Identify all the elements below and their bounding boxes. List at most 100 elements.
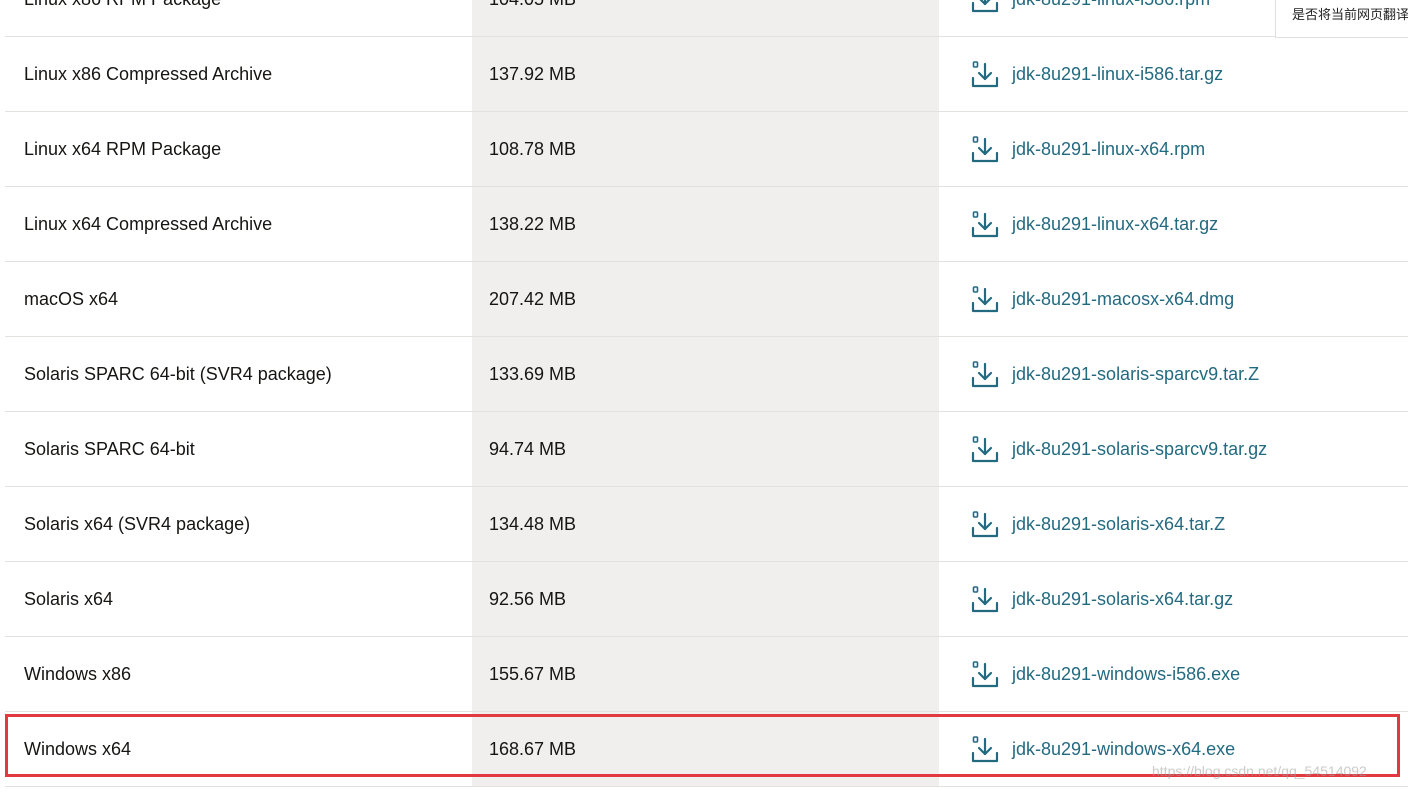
download-cell: jdk-8u291-linux-i586.tar.gz — [939, 37, 1408, 111]
product-cell: Linux x86 Compressed Archive — [5, 37, 472, 111]
download-filename: jdk-8u291-linux-x64.rpm — [1012, 138, 1206, 159]
size-cell: 138.22 MB — [472, 187, 939, 261]
product-cell: Solaris SPARC 64-bit — [5, 412, 472, 486]
table-row: Windows x86 155.67 MB jdk-8u291-windows-i5… — [5, 637, 1408, 712]
size-cell: 104.05 MB — [472, 0, 939, 36]
download-icon — [970, 284, 1000, 314]
table-row: Solaris x64 92.56 MB jdk-8u291-solaris-x64… — [5, 562, 1408, 637]
product-name: Linux x64 Compressed Archive — [24, 213, 273, 234]
download-cell: jdk-8u291-linux-x64.rpm — [939, 112, 1408, 186]
download-icon — [970, 734, 1000, 764]
download-filename: jdk-8u291-solaris-x64.tar.gz — [1012, 588, 1234, 609]
table-row: Linux x64 RPM Package 108.78 MB jdk-8u291-… — [5, 112, 1408, 187]
download-table: Linux x86 RPM Package 104.05 MB jdk-8u291-… — [5, 0, 1408, 787]
translate-popup[interactable]: 是否将当前网页翻译 — [1275, 0, 1408, 38]
download-cell: jdk-8u291-linux-x64.tar.gz — [939, 187, 1408, 261]
size-cell: 133.69 MB — [472, 337, 939, 411]
file-size: 104.05 MB — [489, 0, 576, 10]
file-size: 155.67 MB — [489, 663, 577, 684]
download-filename: jdk-8u291-solaris-sparcv9.tar.gz — [1012, 438, 1268, 459]
download-filename: jdk-8u291-linux-i586.rpm — [1012, 0, 1210, 10]
download-link[interactable]: jdk-8u291-macosx-x64.dmg — [970, 284, 1234, 314]
download-cell: jdk-8u291-windows-i586.exe — [939, 637, 1408, 711]
file-size: 137.92 MB — [489, 63, 577, 84]
product-cell: Linux x64 Compressed Archive — [5, 187, 472, 261]
download-filename: jdk-8u291-windows-x64.exe — [1012, 738, 1236, 759]
table-row: Solaris SPARC 64-bit (SVR4 package) 133.6… — [5, 337, 1408, 412]
size-cell: 92.56 MB — [472, 562, 939, 636]
download-link[interactable]: jdk-8u291-solaris-sparcv9.tar.Z — [970, 359, 1259, 389]
file-size: 108.78 MB — [489, 138, 577, 159]
table-row: Solaris x64 (SVR4 package) 134.48 MB jdk-8… — [5, 487, 1408, 562]
file-size: 168.67 MB — [489, 738, 577, 759]
product-cell: Solaris SPARC 64-bit (SVR4 package) — [5, 337, 472, 411]
table-row: Linux x86 RPM Package 104.05 MB jdk-8u291-… — [5, 0, 1408, 37]
download-link[interactable]: jdk-8u291-linux-x64.tar.gz — [970, 209, 1218, 239]
watermark: https://blog.csdn.net/qq_54514092 — [1152, 763, 1367, 779]
product-name: Linux x64 RPM Package — [24, 138, 222, 159]
product-name: Solaris SPARC 64-bit (SVR4 package) — [24, 363, 332, 384]
download-icon — [970, 134, 1000, 164]
size-cell: 155.67 MB — [472, 637, 939, 711]
table-row: macOS x64 207.42 MB jdk-8u291-macosx-x64.d… — [5, 262, 1408, 337]
download-icon — [970, 59, 1000, 89]
product-cell: Windows x86 — [5, 637, 472, 711]
download-cell: jdk-8u291-macosx-x64.dmg — [939, 262, 1408, 336]
download-filename: jdk-8u291-solaris-sparcv9.tar.Z — [1012, 363, 1260, 384]
file-size: 133.69 MB — [489, 363, 577, 384]
product-cell: Solaris x64 (SVR4 package) — [5, 487, 472, 561]
product-name: Linux x86 Compressed Archive — [24, 63, 273, 84]
download-filename: jdk-8u291-macosx-x64.dmg — [1012, 288, 1235, 309]
product-name: Linux x86 RPM Package — [24, 0, 221, 10]
download-link[interactable]: jdk-8u291-linux-i586.rpm — [970, 0, 1210, 14]
download-link[interactable]: jdk-8u291-solaris-sparcv9.tar.gz — [970, 434, 1267, 464]
product-name: Windows x64 — [24, 738, 132, 759]
size-cell: 108.78 MB — [472, 112, 939, 186]
file-size: 207.42 MB — [489, 288, 577, 309]
download-icon — [970, 584, 1000, 614]
product-name: Solaris x64 (SVR4 package) — [24, 513, 251, 534]
download-icon — [970, 509, 1000, 539]
download-icon — [970, 0, 1000, 14]
download-filename: jdk-8u291-linux-i586.tar.gz — [1012, 63, 1224, 84]
file-size: 94.74 MB — [489, 438, 567, 459]
file-size: 138.22 MB — [489, 213, 577, 234]
product-cell: Linux x86 RPM Package — [5, 0, 472, 36]
download-link[interactable]: jdk-8u291-windows-x64.exe — [970, 734, 1235, 764]
download-cell: jdk-8u291-solaris-x64.tar.gz — [939, 562, 1408, 636]
download-icon — [970, 659, 1000, 689]
product-name: Solaris x64 — [24, 588, 114, 609]
download-cell: jdk-8u291-solaris-sparcv9.tar.gz — [939, 412, 1408, 486]
file-size: 134.48 MB — [489, 513, 577, 534]
product-cell: macOS x64 — [5, 262, 472, 336]
table-row: Linux x64 Compressed Archive 138.22 MB jdk… — [5, 187, 1408, 262]
download-filename: jdk-8u291-linux-x64.tar.gz — [1012, 213, 1219, 234]
product-cell: Windows x64 — [5, 712, 472, 786]
table-row: Solaris SPARC 64-bit 94.74 MB jdk-8u291-so… — [5, 412, 1408, 487]
download-icon — [970, 359, 1000, 389]
file-size: 92.56 MB — [489, 588, 567, 609]
product-cell: Solaris x64 — [5, 562, 472, 636]
product-name: Solaris SPARC 64-bit — [24, 438, 195, 459]
size-cell: 207.42 MB — [472, 262, 939, 336]
download-cell: jdk-8u291-solaris-x64.tar.Z — [939, 487, 1408, 561]
download-cell: jdk-8u291-solaris-sparcv9.tar.Z — [939, 337, 1408, 411]
size-cell: 134.48 MB — [472, 487, 939, 561]
size-cell: 137.92 MB — [472, 37, 939, 111]
download-page: Linux x86 RPM Package 104.05 MB jdk-8u291-… — [0, 0, 1408, 792]
download-filename: jdk-8u291-windows-i586.exe — [1012, 663, 1241, 684]
table-row: Linux x86 Compressed Archive 137.92 MB jdk… — [5, 37, 1408, 112]
product-name: Windows x86 — [24, 663, 132, 684]
download-link[interactable]: jdk-8u291-windows-i586.exe — [970, 659, 1240, 689]
download-icon — [970, 434, 1000, 464]
download-link[interactable]: jdk-8u291-linux-x64.rpm — [970, 134, 1205, 164]
download-icon — [970, 209, 1000, 239]
download-link[interactable]: jdk-8u291-linux-i586.tar.gz — [970, 59, 1223, 89]
translate-popup-text: 是否将当前网页翻译 — [1292, 8, 1408, 23]
size-cell: 168.67 MB — [472, 712, 939, 786]
download-link[interactable]: jdk-8u291-solaris-x64.tar.gz — [970, 584, 1233, 614]
download-link[interactable]: jdk-8u291-solaris-x64.tar.Z — [970, 509, 1225, 539]
product-name: macOS x64 — [24, 288, 119, 309]
download-filename: jdk-8u291-solaris-x64.tar.Z — [1012, 513, 1226, 534]
size-cell: 94.74 MB — [472, 412, 939, 486]
